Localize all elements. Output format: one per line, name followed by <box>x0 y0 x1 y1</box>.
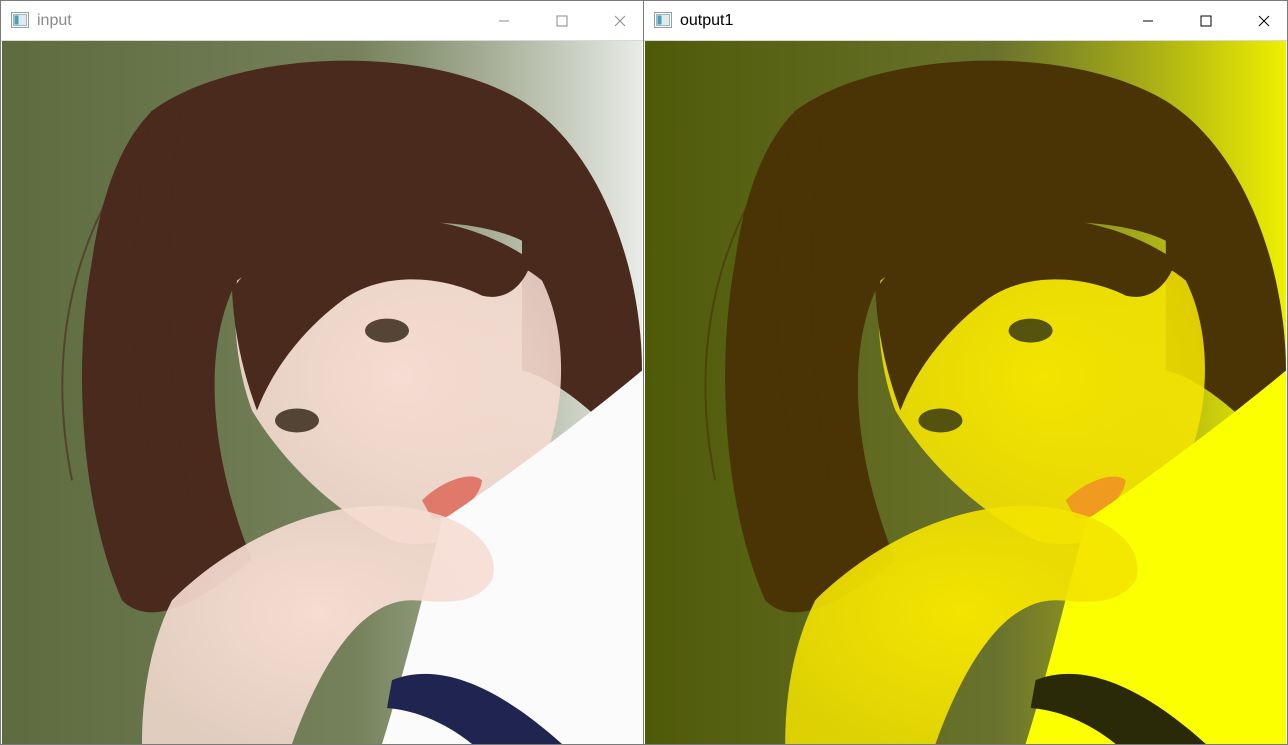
maximize-button[interactable] <box>539 1 585 40</box>
maximize-button[interactable] <box>1183 1 1229 40</box>
close-button[interactable] <box>597 1 643 40</box>
window-title: input <box>37 12 72 29</box>
close-button[interactable] <box>1241 1 1287 40</box>
portrait-image <box>2 41 642 744</box>
close-icon <box>1258 15 1270 26</box>
minimize-icon <box>499 20 509 21</box>
window-input[interactable]: input <box>0 0 644 745</box>
image-canvas <box>645 41 1286 744</box>
app-icon <box>654 12 672 28</box>
maximize-icon <box>1200 15 1212 26</box>
image-canvas <box>2 41 642 744</box>
maximize-icon <box>556 15 568 26</box>
window-title: output1 <box>680 12 734 29</box>
portrait-image <box>645 41 1286 744</box>
app-icon <box>11 12 29 28</box>
title-bar[interactable]: output1 <box>644 1 1287 41</box>
minimize-button[interactable] <box>481 1 527 40</box>
minimize-button[interactable] <box>1125 1 1171 40</box>
close-icon <box>614 15 626 26</box>
title-bar[interactable]: input <box>1 1 643 41</box>
minimize-icon <box>1143 20 1153 21</box>
window-output1[interactable]: output1 <box>643 0 1288 745</box>
